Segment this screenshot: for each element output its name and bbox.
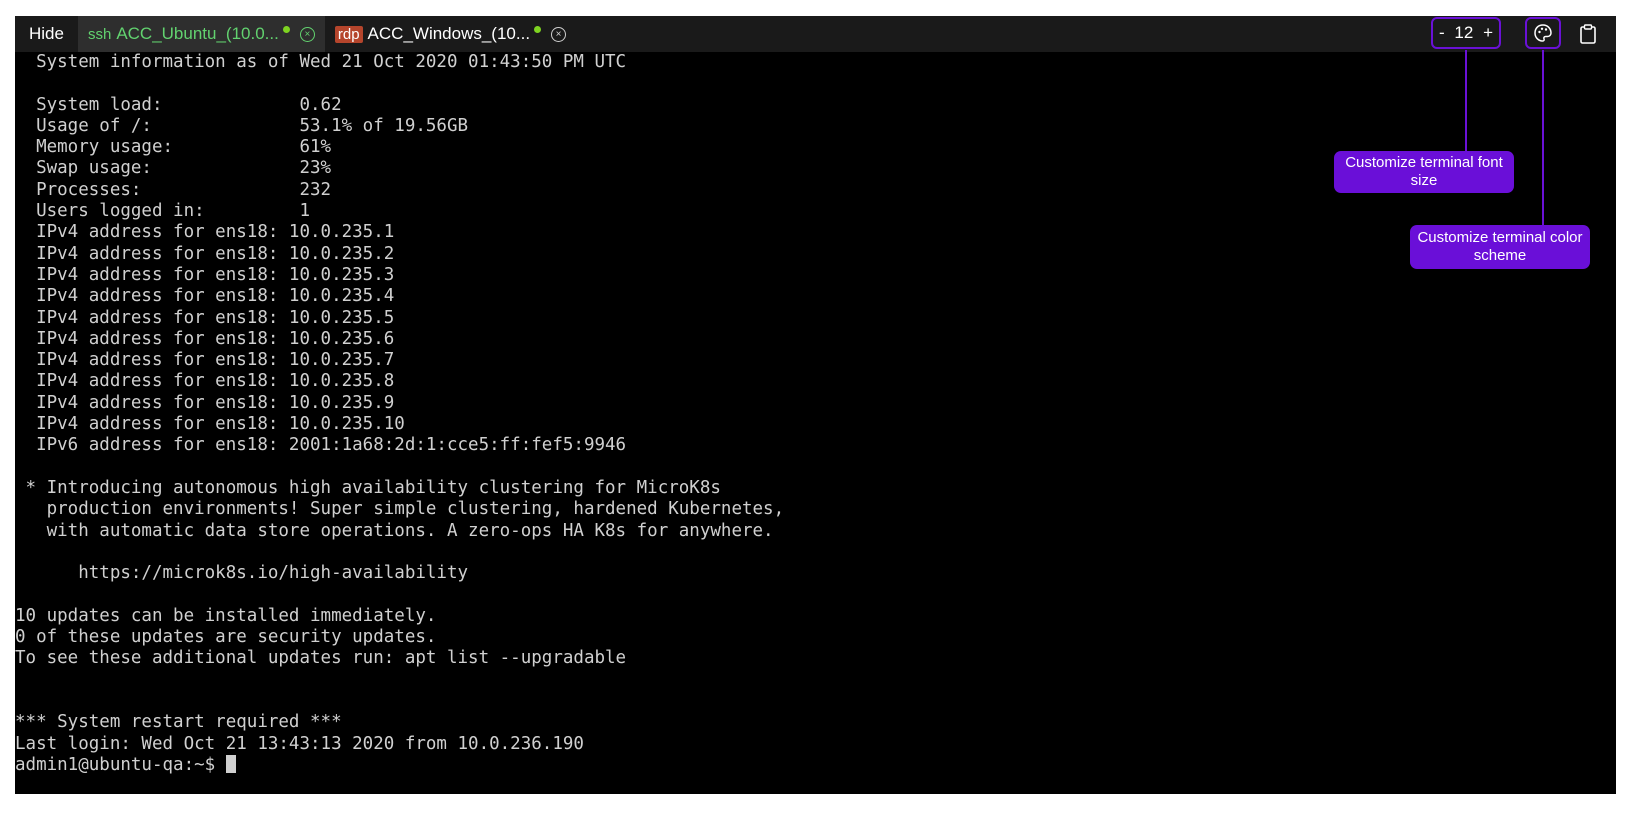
connected-status-dot: [534, 25, 542, 33]
terminal-line: with automatic data store operations. A …: [46, 520, 774, 541]
shell-prompt: admin1@ubuntu-qa:~$: [15, 754, 226, 775]
terminal-line: * Introducing autonomous high availabili…: [25, 477, 721, 498]
close-tab-icon[interactable]: ×: [299, 26, 315, 42]
terminal-line: https://microk8s.io/high-availability: [78, 563, 469, 584]
terminal-cursor: [225, 754, 236, 773]
close-tab-icon[interactable]: ×: [551, 26, 567, 42]
terminal-line: 10 updates can be installed immediately.: [15, 605, 437, 626]
terminal-line: IPv4 address for ens18: 10.0.235.7: [36, 350, 395, 371]
font-size-control: - 12 +: [1431, 17, 1501, 49]
terminal-line: Swap usage: 23%: [36, 158, 332, 179]
terminal-line: IPv4 address for ens18: 10.0.235.2: [36, 243, 395, 264]
font-size-callout: Customize terminal font size: [1334, 151, 1514, 193]
terminal-line: IPv4 address for ens18: 10.0.235.9: [36, 392, 395, 413]
terminal-line: IPv4 address for ens18: 10.0.235.8: [36, 371, 395, 392]
hide-button[interactable]: Hide: [15, 16, 78, 52]
increase-font-button[interactable]: +: [1483, 23, 1493, 43]
color-scheme-button[interactable]: [1525, 17, 1561, 49]
palette-icon: [1534, 24, 1552, 42]
terminal-line: 0 of these updates are security updates.: [15, 627, 437, 648]
terminal-line: System load: 0.62: [36, 94, 342, 115]
tab-rdp-session[interactable]: rdp ACC_Windows_(10... ×: [325, 16, 576, 52]
terminal-line: Last login: Wed Oct 21 13:43:13 2020 fro…: [15, 733, 584, 754]
terminal-line: Usage of /: 53.1% of 19.56GB: [36, 115, 469, 136]
terminal-line: IPv4 address for ens18: 10.0.235.6: [36, 328, 395, 349]
decrease-font-button[interactable]: -: [1439, 23, 1445, 43]
terminal-line: IPv4 address for ens18: 10.0.235.1: [36, 222, 395, 243]
terminal-line: *** System restart required ***: [15, 712, 342, 733]
terminal-line: IPv4 address for ens18: 10.0.235.10: [36, 414, 405, 435]
tab-title: ACC_Ubuntu_(10.0...: [116, 24, 279, 43]
terminal-line: IPv6 address for ens18: 2001:1a68:2d:1:c…: [36, 435, 627, 456]
terminal-window: Hide ssh ACC_Ubuntu_(10.0... × rdp ACC_W…: [15, 16, 1616, 794]
tab-title: ACC_Windows_(10...: [367, 24, 531, 43]
terminal-line: To see these additional updates run: apt…: [15, 648, 627, 669]
callout-connector-color: [1542, 50, 1544, 225]
rdp-protocol-badge: rdp: [334, 25, 363, 43]
tab-ssh-session[interactable]: ssh ACC_Ubuntu_(10.0... ×: [77, 16, 325, 52]
ssh-protocol-label: ssh: [87, 25, 112, 43]
font-size-value: 12: [1454, 23, 1474, 42]
terminal-line: production environments! Super simple cl…: [46, 499, 785, 520]
clipboard-icon: [1580, 24, 1596, 44]
terminal-line: System information as of Wed 21 Oct 2020…: [36, 52, 627, 72]
callout-connector-font: [1465, 50, 1467, 151]
terminal-lines: System information as of Wed 21 Oct 2020…: [15, 52, 784, 754]
terminal-line: IPv4 address for ens18: 10.0.235.3: [36, 264, 395, 285]
clipboard-button[interactable]: [1577, 22, 1599, 46]
connected-status-dot: [282, 25, 290, 33]
terminal-line: Users logged in: 1: [36, 201, 311, 222]
terminal-line: IPv4 address for ens18: 10.0.235.5: [36, 307, 395, 328]
terminal-line: Memory usage: 61%: [36, 137, 332, 158]
color-scheme-callout: Customize terminal color scheme: [1410, 225, 1590, 269]
terminal-line: IPv4 address for ens18: 10.0.235.4: [36, 286, 395, 307]
terminal-line: Processes: 232: [36, 179, 332, 200]
tab-bar: Hide ssh ACC_Ubuntu_(10.0... × rdp ACC_W…: [15, 16, 1616, 52]
